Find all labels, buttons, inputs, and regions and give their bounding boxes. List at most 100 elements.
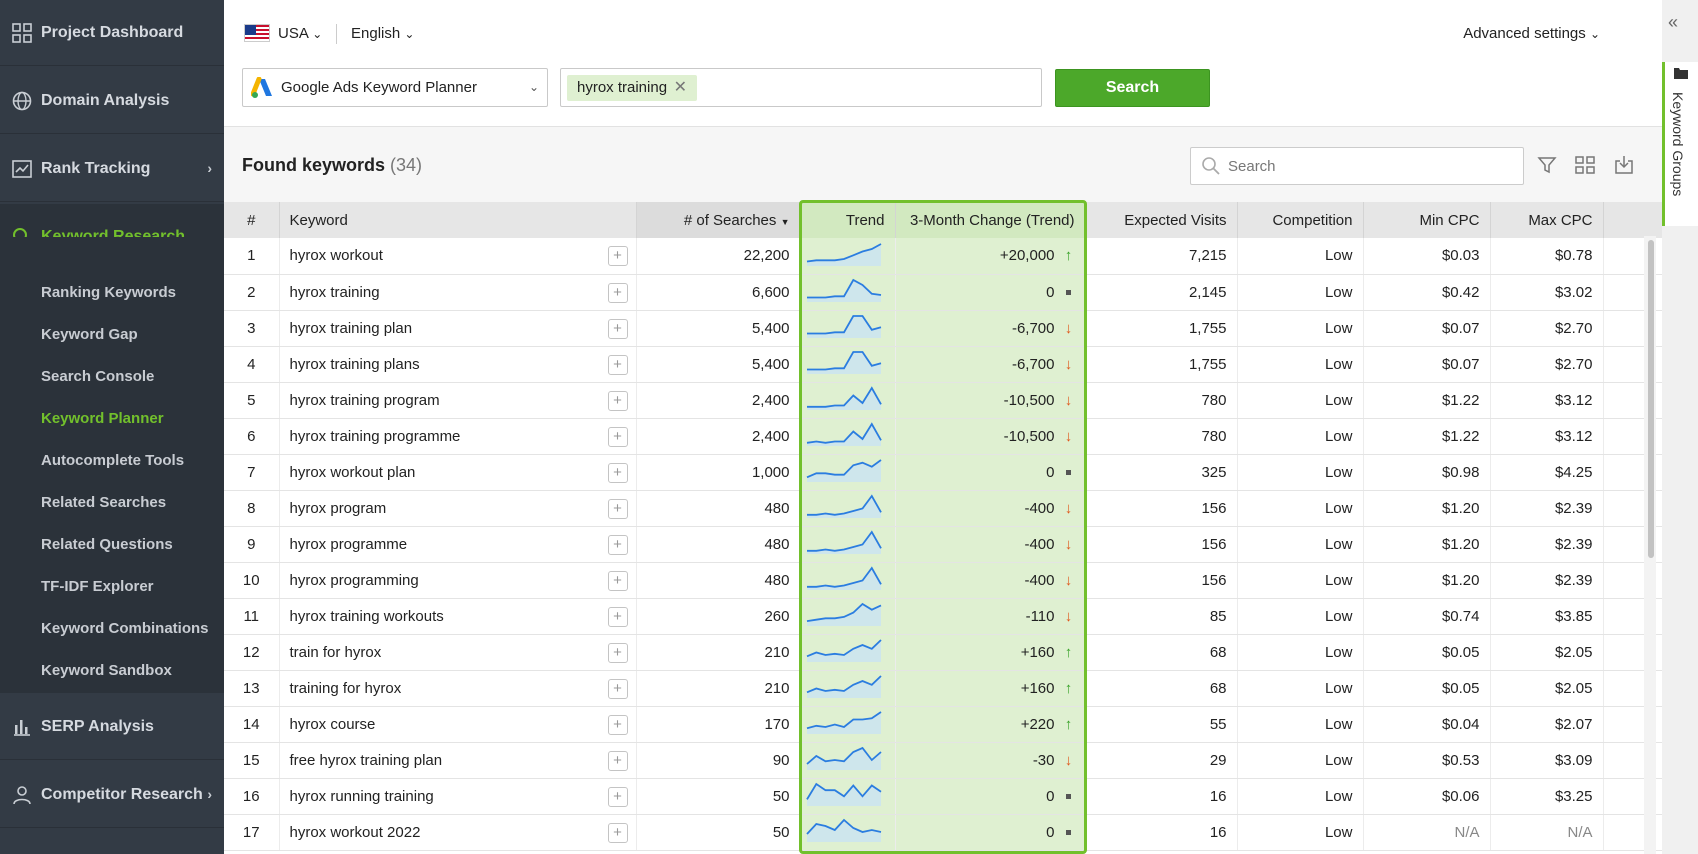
nav-project-dashboard[interactable]: Project Dashboard: [0, 0, 224, 66]
add-keyword-icon[interactable]: +: [607, 570, 628, 591]
keyword-cell: hyrox workout +: [279, 238, 637, 275]
table-row[interactable]: 15 free hyrox training plan +90 -30 ↓ 29 Low $0…: [224, 742, 1662, 779]
add-keyword-icon[interactable]: +: [607, 534, 628, 555]
table-row[interactable]: 17 hyrox workout 2022 +50 0 16 Low N/A N/A: [224, 814, 1662, 851]
keyword-text[interactable]: hyrox training: [290, 284, 380, 301]
sub-tf-idf-explorer[interactable]: TF-IDF Explorer: [41, 578, 154, 595]
searches-cell: 210: [636, 670, 801, 707]
advanced-settings[interactable]: Advanced settings ⌄: [1463, 25, 1600, 42]
sub-search-console[interactable]: Search Console: [41, 368, 154, 385]
sub-related-searches[interactable]: Related Searches: [41, 494, 166, 511]
keyword-text[interactable]: hyrox training plan: [290, 320, 413, 337]
min-cpc-cell: $0.05: [1363, 634, 1491, 671]
columns-grid-icon[interactable]: [1575, 155, 1595, 180]
visits-cell: 16: [1085, 778, 1238, 815]
collapse-panel-icon[interactable]: «: [1668, 12, 1678, 33]
keyword-text[interactable]: hyrox training program: [290, 392, 440, 409]
keyword-text[interactable]: hyrox program: [290, 500, 387, 517]
col-header-min-cpc[interactable]: Min CPC: [1363, 202, 1491, 238]
table-search-input[interactable]: Search: [1190, 147, 1524, 185]
change-cell: -6,700 ↓: [895, 310, 1086, 347]
keyword-text[interactable]: free hyrox training plan: [290, 752, 443, 769]
sub-keyword-sandbox[interactable]: Keyword Sandbox: [41, 662, 172, 679]
table-row[interactable]: 16 hyrox running training +50 0 16 Low $0.06 $3…: [224, 778, 1662, 815]
table-row[interactable]: 3 hyrox training plan +5,400 -6,700 ↓ 1,755 Lo…: [224, 310, 1662, 347]
nav-domain-analysis[interactable]: Domain Analysis: [0, 68, 224, 134]
keyword-text[interactable]: train for hyrox: [290, 644, 382, 661]
keyword-text[interactable]: hyrox running training: [290, 788, 434, 805]
col-header-change[interactable]: 3-Month Change (Trend): [895, 202, 1086, 238]
col-header-max-cpc[interactable]: Max CPC: [1490, 202, 1604, 238]
add-keyword-icon[interactable]: +: [607, 390, 628, 411]
table-row[interactable]: 5 hyrox training program +2,400 -10,500 ↓ 780…: [224, 382, 1662, 419]
sub-keyword-combinations[interactable]: Keyword Combinations: [41, 620, 209, 637]
export-icon[interactable]: [1614, 155, 1634, 180]
add-keyword-icon[interactable]: +: [607, 678, 628, 699]
source-select[interactable]: Google Ads Keyword Planner ⌄: [242, 68, 548, 107]
col-header-num[interactable]: #: [224, 202, 280, 238]
add-keyword-icon[interactable]: +: [607, 318, 628, 339]
add-keyword-icon[interactable]: +: [607, 714, 628, 735]
col-header-keyword[interactable]: Keyword: [279, 202, 637, 238]
keyword-text[interactable]: hyrox programme: [290, 536, 408, 553]
sub-keyword-gap[interactable]: Keyword Gap: [41, 326, 138, 343]
add-keyword-icon[interactable]: +: [607, 822, 628, 843]
table-row[interactable]: 6 hyrox training programme +2,400 -10,500 ↓ 7…: [224, 418, 1662, 455]
table-row[interactable]: 1 hyrox workout +22,200 +20,000 ↑ 7,215 Low $0.…: [224, 238, 1662, 275]
table-row[interactable]: 14 hyrox course +170 +220 ↑ 55 Low $0.04 $2.07: [224, 706, 1662, 743]
col-header-searches[interactable]: # of Searches ▼: [636, 202, 801, 238]
sub-related-questions[interactable]: Related Questions: [41, 536, 173, 553]
keyword-text[interactable]: hyrox programming: [290, 572, 419, 589]
col-header-visits[interactable]: Expected Visits: [1085, 202, 1238, 238]
add-keyword-icon[interactable]: +: [607, 750, 628, 771]
add-keyword-icon[interactable]: +: [607, 354, 628, 375]
found-count: (34): [390, 155, 423, 175]
sub-keyword-planner[interactable]: Keyword Planner: [41, 410, 164, 427]
keyword-text[interactable]: hyrox workout plan: [290, 464, 416, 481]
nav-competitor-research[interactable]: Competitor Research ›: [0, 762, 224, 828]
sort-desc-icon: ▼: [780, 216, 790, 227]
add-keyword-icon[interactable]: +: [607, 642, 628, 663]
table-row[interactable]: 13 training for hyrox +210 +160 ↑ 68 Low $0.05 $…: [224, 670, 1662, 707]
close-icon[interactable]: ✕: [674, 75, 687, 101]
max-cpc-cell: $2.39: [1490, 562, 1604, 599]
table-row[interactable]: 9 hyrox programme +480 -400 ↓ 156 Low $1.20 $2.3…: [224, 526, 1662, 563]
sub-autocomplete-tools[interactable]: Autocomplete Tools: [41, 452, 184, 469]
sub-ranking-keywords[interactable]: Ranking Keywords: [41, 284, 176, 301]
keyword-text[interactable]: hyrox workout: [290, 247, 383, 264]
filter-icon[interactable]: [1537, 155, 1557, 180]
nav-label: Project Dashboard: [41, 23, 184, 41]
add-keyword-icon[interactable]: +: [607, 606, 628, 627]
add-keyword-icon[interactable]: +: [607, 786, 628, 807]
table-row[interactable]: 2 hyrox training +6,600 0 2,145 Low $0.42 $3.02: [224, 274, 1662, 311]
keyword-text[interactable]: hyrox training workouts: [290, 608, 444, 625]
keyword-text[interactable]: hyrox workout 2022: [290, 824, 421, 841]
nav-serp-analysis[interactable]: SERP Analysis: [0, 694, 224, 760]
scrollbar-thumb[interactable]: [1648, 240, 1654, 558]
table-row[interactable]: 4 hyrox training plans +5,400 -6,700 ↓ 1,755 L…: [224, 346, 1662, 383]
keyword-text[interactable]: training for hyrox: [290, 680, 402, 697]
keyword-cell: hyrox programming +: [279, 562, 637, 599]
max-cpc-cell: $3.85: [1490, 598, 1604, 635]
country-select[interactable]: USA ⌄: [278, 25, 322, 42]
add-keyword-icon[interactable]: +: [607, 462, 628, 483]
col-header-competition[interactable]: Competition: [1237, 202, 1364, 238]
nav-rank-tracking[interactable]: Rank Tracking ›: [0, 136, 224, 202]
table-row[interactable]: 7 hyrox workout plan +1,000 0 325 Low $0.98 $4.…: [224, 454, 1662, 491]
search-button[interactable]: Search: [1055, 69, 1210, 107]
add-keyword-icon[interactable]: +: [607, 498, 628, 519]
keyword-text[interactable]: hyrox course: [290, 716, 376, 733]
keyword-text[interactable]: hyrox training programme: [290, 428, 461, 445]
table-row[interactable]: 10 hyrox programming +480 -400 ↓ 156 Low $1.20 $…: [224, 562, 1662, 599]
add-keyword-icon[interactable]: +: [607, 282, 628, 303]
trend-sparkline: [805, 782, 882, 806]
add-keyword-icon[interactable]: +: [607, 246, 628, 266]
table-row[interactable]: 8 hyrox program +480 -400 ↓ 156 Low $1.20 $2.39: [224, 490, 1662, 527]
language-select[interactable]: English ⌄: [351, 25, 414, 42]
add-keyword-icon[interactable]: +: [607, 426, 628, 447]
keyword-text[interactable]: hyrox training plans: [290, 356, 420, 373]
table-row[interactable]: 11 hyrox training workouts +260 -110 ↓ 85 Low $…: [224, 598, 1662, 635]
table-row[interactable]: 12 train for hyrox +210 +160 ↑ 68 Low $0.05 $2.0…: [224, 634, 1662, 671]
keyword-input[interactable]: hyrox training ✕: [560, 68, 1042, 107]
col-header-trend[interactable]: Trend: [800, 202, 896, 238]
